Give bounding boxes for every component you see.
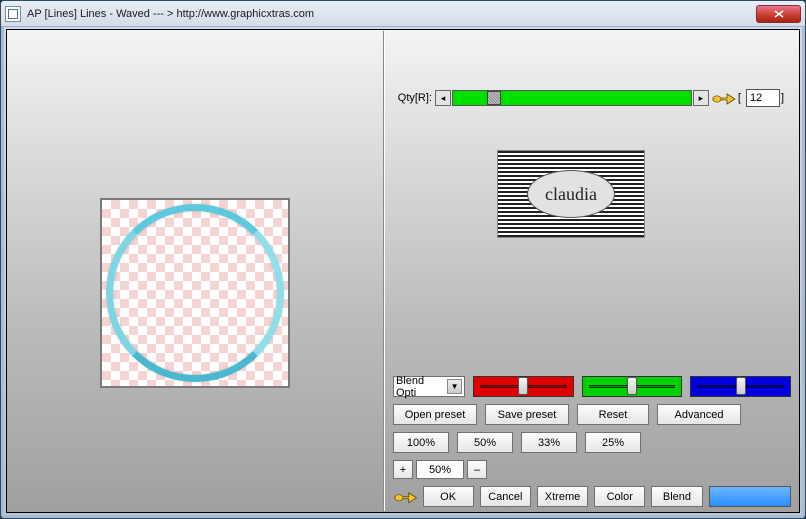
xtreme-button[interactable]: Xtreme [537,486,588,507]
open-preset-button[interactable]: Open preset [393,404,477,425]
bottom-row: OK Cancel Xtreme Color Blend [393,486,791,507]
brand-logo-text: claudia [527,170,615,218]
controls-area: Blend Opti ▼ Open preset Save preset Res… [393,376,791,507]
ok-button[interactable]: OK [423,486,474,507]
window-title: AP [Lines] Lines - Waved --- > http://ww… [27,8,756,20]
blend-row: Blend Opti ▼ [393,376,791,397]
pct-50-button[interactable]: 50% [457,432,513,453]
save-preset-button[interactable]: Save preset [485,404,569,425]
reset-button[interactable]: Reset [577,404,649,425]
blend-mode-label: Blend Opti [396,375,447,399]
preview-checker [102,200,288,386]
panel-divider [383,31,385,511]
brand-logo: claudia [497,150,645,238]
step-minus-button[interactable]: – [467,460,487,479]
pointer-hand-icon [711,88,737,108]
app-icon [5,6,21,22]
qty-slider[interactable] [452,90,692,106]
red-slider-thumb[interactable] [518,377,528,395]
dropdown-arrow-icon: ▼ [447,379,462,394]
cancel-button[interactable]: Cancel [480,486,531,507]
pointer-hand-icon [393,487,419,507]
color-swatch[interactable] [709,486,791,507]
pct-33-button[interactable]: 33% [521,432,577,453]
close-button[interactable] [756,5,801,23]
percent-row: 100% 50% 33% 25% [393,432,791,453]
red-slider[interactable] [473,376,574,397]
green-slider[interactable] [582,376,683,397]
preview-box [100,198,290,388]
qty-slider-thumb[interactable] [487,91,501,105]
main-panel: Qty[R]: ◂ ▸ [ ] claudia Blend O [6,29,800,513]
qty-label: Qty[R]: [393,92,435,104]
green-slider-thumb[interactable] [627,377,637,395]
qty-input[interactable] [746,89,780,107]
advanced-button[interactable]: Advanced [657,404,741,425]
blue-slider-thumb[interactable] [736,377,746,395]
blend-button[interactable]: Blend [651,486,702,507]
step-row: + 50% – [393,460,791,479]
qty-bracket-open: [ [738,92,741,104]
pct-100-button[interactable]: 100% [393,432,449,453]
color-button[interactable]: Color [594,486,645,507]
preset-row: Open preset Save preset Reset Advanced [393,404,791,425]
blue-slider[interactable] [690,376,791,397]
preview-ring-shape [106,204,284,382]
step-plus-button[interactable]: + [393,460,413,479]
pct-25-button[interactable]: 25% [585,432,641,453]
qty-increment[interactable]: ▸ [693,90,709,106]
qty-decrement[interactable]: ◂ [435,90,451,106]
qty-bracket-close: ] [781,92,784,104]
close-icon [774,10,784,18]
titlebar[interactable]: AP [Lines] Lines - Waved --- > http://ww… [1,1,805,27]
qty-row: Qty[R]: ◂ ▸ [ ] [393,86,785,110]
step-value: 50% [416,460,464,479]
blend-mode-select[interactable]: Blend Opti ▼ [393,376,465,397]
content-area: Qty[R]: ◂ ▸ [ ] claudia Blend O [1,27,805,517]
app-window: AP [Lines] Lines - Waved --- > http://ww… [0,0,806,519]
